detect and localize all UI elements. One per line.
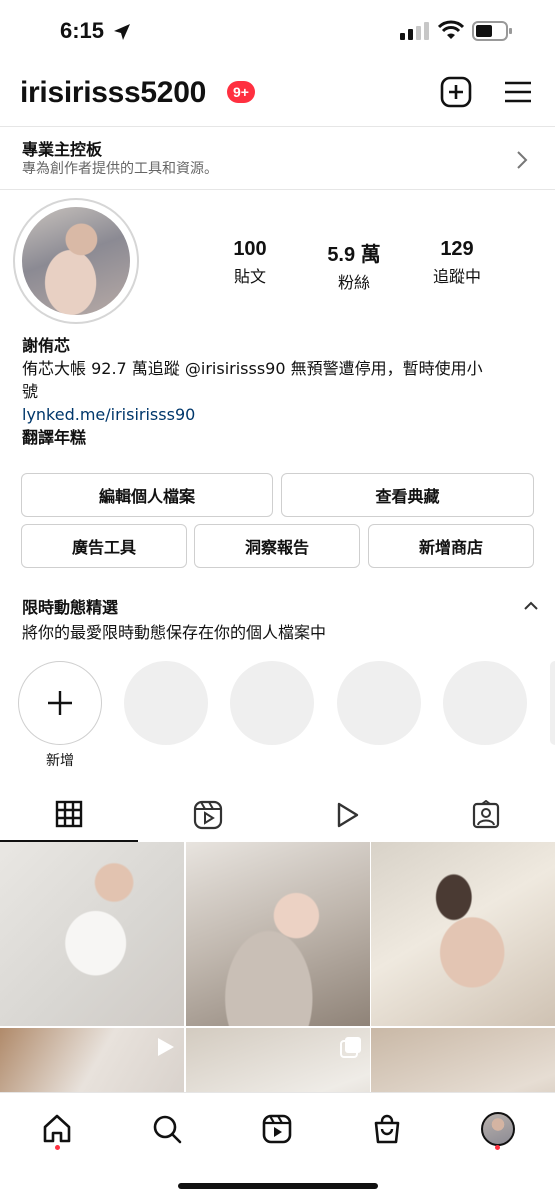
ad-tools-button[interactable]: 廣告工具 <box>21 524 187 568</box>
stat-value: 5.9 萬 <box>327 244 381 266</box>
post-thumbnail[interactable] <box>186 1028 370 1096</box>
username-switcher[interactable]: irisirisss5200 <box>20 76 206 110</box>
highlights-subtitle: 將你的最愛限時動態保存在你的個人檔案中 <box>22 623 327 642</box>
nav-profile[interactable] <box>478 1109 518 1149</box>
create-new-icon[interactable] <box>440 76 472 108</box>
bio-link[interactable]: lynked.me/irisirisss90 <box>22 403 537 426</box>
following-count[interactable]: 129 追蹤中 <box>407 238 507 287</box>
reels-icon <box>193 800 223 830</box>
post-thumbnail[interactable] <box>0 842 184 1026</box>
edit-profile-button[interactable]: 編輯個人檔案 <box>21 473 273 517</box>
tab-tagged[interactable] <box>417 788 555 842</box>
nav-reels[interactable] <box>257 1109 297 1149</box>
post-thumbnail[interactable] <box>0 1028 184 1096</box>
profile-notification-dot <box>495 1145 500 1150</box>
chevron-right-icon <box>517 151 528 169</box>
bio: 謝侑芯 侑芯大帳 92.7 萬追蹤 @irisirisss90 無預警遭停用，暫… <box>22 334 537 449</box>
highlight-placeholder <box>230 661 314 745</box>
status-time: 6:15 <box>60 18 105 43</box>
tagged-person-icon <box>472 800 500 829</box>
nav-search[interactable] <box>147 1109 187 1149</box>
post-thumbnail[interactable] <box>371 842 555 1026</box>
new-highlight-button[interactable] <box>18 661 102 745</box>
plus-icon <box>48 691 72 715</box>
stat-label: 貼文 <box>233 267 266 286</box>
pro-dashboard-title: 專業主控板 <box>22 140 103 159</box>
home-indicator <box>178 1183 378 1189</box>
reels-icon <box>262 1114 292 1144</box>
followers-count[interactable]: 5.9 萬 粉絲 <box>304 238 404 293</box>
highlight-placeholder <box>443 661 527 745</box>
post-thumbnail[interactable] <box>371 1028 555 1096</box>
posts-grid <box>0 842 555 1096</box>
carousel-indicator-icon <box>340 1037 361 1058</box>
tab-grid[interactable] <box>0 788 138 842</box>
tab-videos[interactable] <box>278 788 416 842</box>
pro-dashboard-subtitle: 專為創作者提供的工具和資源。 <box>22 161 218 177</box>
translate-link[interactable]: 翻譯年糕 <box>22 426 537 449</box>
home-icon <box>43 1114 71 1143</box>
profile-tabs <box>0 788 555 842</box>
reel-indicator-icon <box>158 1038 174 1056</box>
stat-label: 粉絲 <box>337 273 370 292</box>
display-name: 謝侑芯 <box>22 336 71 355</box>
home-notification-dot <box>55 1145 60 1150</box>
insights-button[interactable]: 洞察報告 <box>194 524 360 568</box>
nav-shop[interactable] <box>367 1109 407 1149</box>
posts-count[interactable]: 100 貼文 <box>200 238 300 287</box>
profile-header: irisirisss5200 9+ <box>0 62 555 126</box>
highlights-title: 限時動態精選 <box>22 598 119 617</box>
wifi-icon <box>438 20 464 39</box>
battery-icon <box>472 21 512 41</box>
notification-badge[interactable]: 9+ <box>227 81 255 103</box>
add-shop-button[interactable]: 新增商店 <box>368 524 534 568</box>
bio-text-line: 號 <box>22 382 39 401</box>
highlight-placeholder <box>124 661 208 745</box>
stat-value: 100 <box>233 238 267 260</box>
avatar[interactable] <box>22 207 130 315</box>
menu-icon[interactable] <box>502 76 534 108</box>
grid-icon <box>55 800 83 828</box>
new-highlight-label: 新增 <box>46 753 74 769</box>
chevron-up-icon[interactable] <box>523 600 539 612</box>
status-bar: 6:15 <box>0 0 555 62</box>
video-play-icon <box>337 802 359 828</box>
professional-dashboard[interactable]: 專業主控板 專為創作者提供的工具和資源。 <box>0 126 555 190</box>
highlight-placeholder <box>337 661 421 745</box>
location-arrow-icon <box>114 24 130 40</box>
cellular-signal-icon <box>400 22 429 40</box>
highlight-placeholder <box>550 661 555 745</box>
search-icon <box>153 1115 182 1144</box>
shopping-bag-icon <box>374 1114 400 1144</box>
tab-reels[interactable] <box>139 788 277 842</box>
view-saved-button[interactable]: 查看典藏 <box>281 473 534 517</box>
profile-avatar-icon <box>481 1112 515 1146</box>
stat-value: 129 <box>440 238 474 260</box>
post-thumbnail[interactable] <box>186 842 370 1026</box>
stat-label: 追蹤中 <box>432 267 481 286</box>
bio-text-line: 侑芯大帳 92.7 萬追蹤 @irisirisss90 無預警遭停用，暫時使用小 <box>22 359 483 378</box>
nav-home[interactable] <box>37 1109 77 1149</box>
